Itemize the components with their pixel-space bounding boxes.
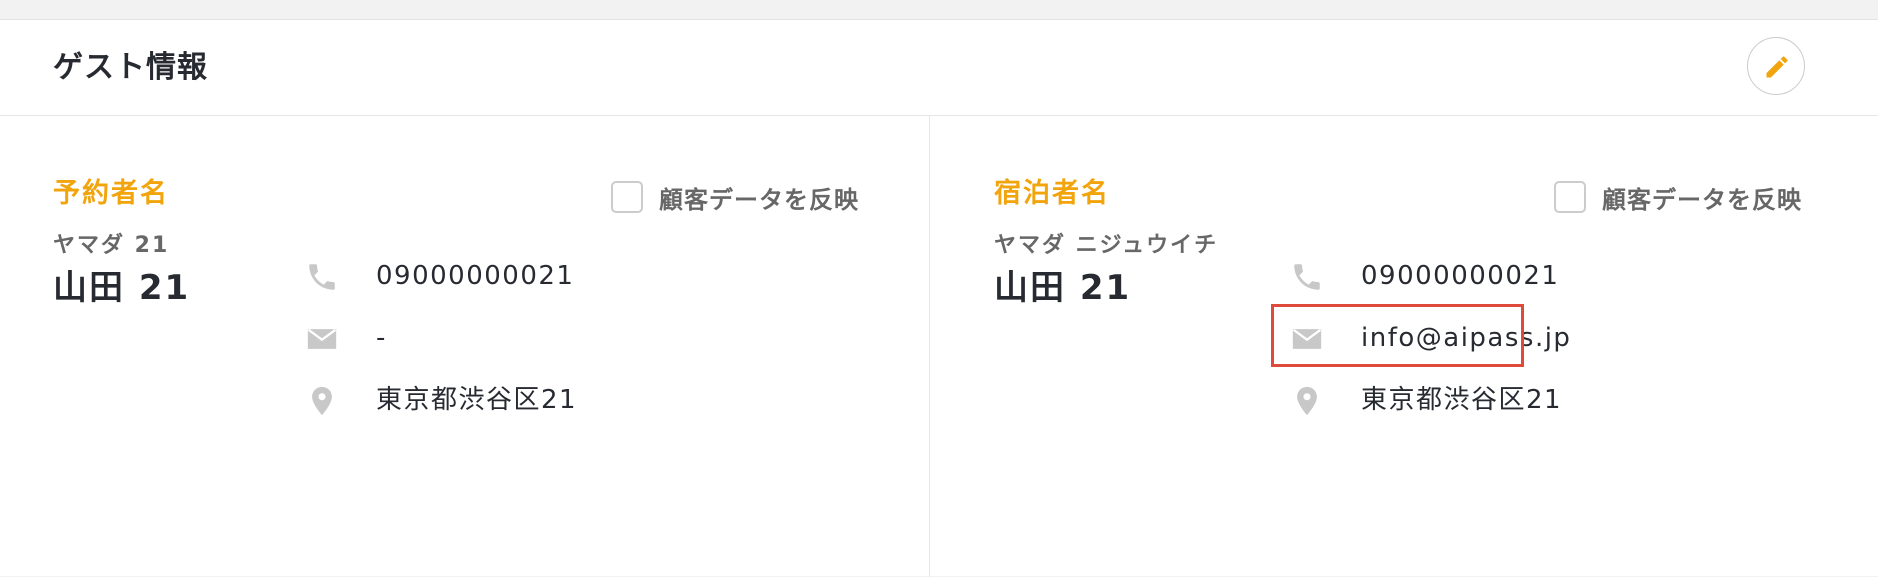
guest-email: info@aipass.jp xyxy=(1361,323,1572,353)
booker-reflect-checkbox[interactable]: 顧客データを反映 xyxy=(611,179,859,215)
booker-address: 東京都渋谷区21 xyxy=(376,385,578,415)
map-pin-icon xyxy=(1290,383,1324,419)
booker-panel: 予約者名 顧客データを反映 ヤマダ 21 山田 21 09000000021 -… xyxy=(0,116,929,577)
guest-reflect-checkbox[interactable]: 顧客データを反映 xyxy=(1554,179,1802,215)
map-pin-icon xyxy=(305,383,339,419)
phone-icon xyxy=(305,259,339,295)
guest-name: 山田 21 xyxy=(994,268,1132,308)
phone-icon xyxy=(1290,259,1324,295)
booker-kana-name: ヤマダ 21 xyxy=(53,233,170,258)
guest-kana-name: ヤマダ ニジュウイチ xyxy=(994,233,1219,258)
guest-address: 東京都渋谷区21 xyxy=(1361,385,1563,415)
mail-icon xyxy=(305,321,339,357)
card-header: ゲスト情報 xyxy=(0,20,1878,116)
booker-name: 山田 21 xyxy=(53,268,191,308)
checkbox-box[interactable] xyxy=(1554,181,1586,213)
checkbox-label: 顧客データを反映 xyxy=(659,185,859,214)
booker-section-label: 予約者名 xyxy=(53,178,169,209)
booker-email: - xyxy=(376,323,387,353)
checkbox-label: 顧客データを反映 xyxy=(1602,185,1802,214)
guest-phone: 09000000021 xyxy=(1361,261,1560,291)
mail-icon xyxy=(1290,321,1324,357)
card-title: ゲスト情報 xyxy=(53,50,208,85)
edit-button[interactable] xyxy=(1747,37,1805,95)
booker-phone: 09000000021 xyxy=(376,261,575,291)
checkbox-box[interactable] xyxy=(611,181,643,213)
guest-info-card: ゲスト情報 予約者名 顧客データを反映 ヤマダ 21 山田 21 0900000… xyxy=(0,19,1878,577)
guest-section-label: 宿泊者名 xyxy=(994,178,1110,209)
top-strip xyxy=(0,0,1878,19)
pencil-icon xyxy=(1766,56,1788,78)
guest-panel: 宿泊者名 顧客データを反映 ヤマダ ニジュウイチ 山田 21 090000000… xyxy=(930,116,1878,577)
